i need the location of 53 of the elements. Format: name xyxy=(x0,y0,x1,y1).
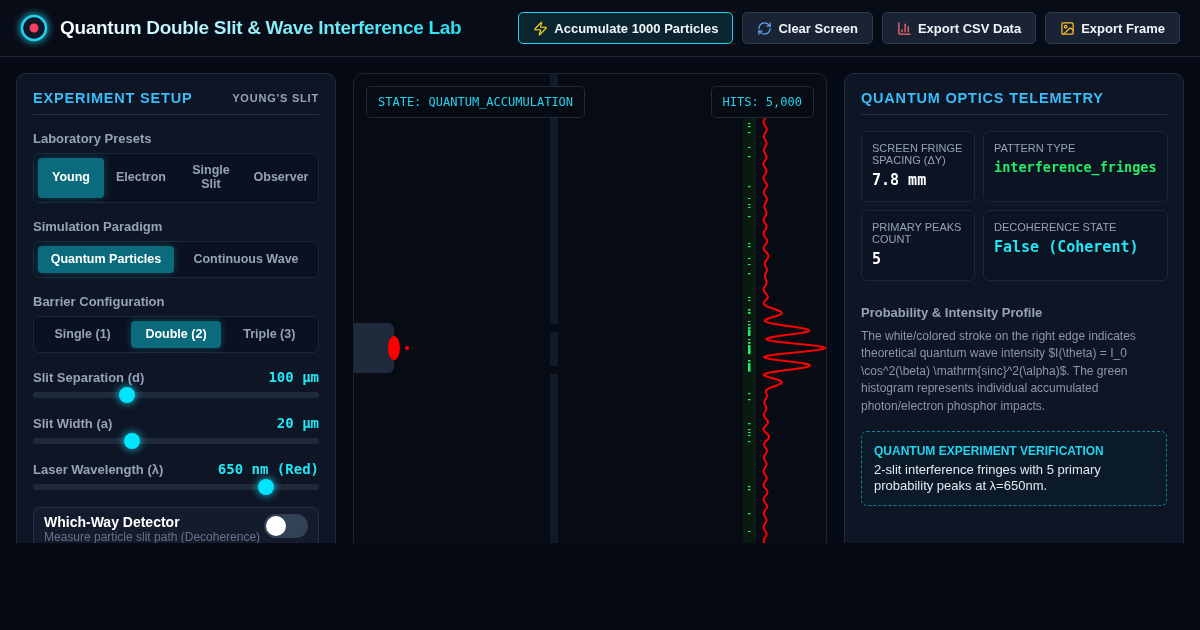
segment-option[interactable]: Single (1) xyxy=(38,321,128,348)
section-title: Probability & Intensity Profile xyxy=(861,305,1044,320)
slider-thumb[interactable] xyxy=(123,433,140,449)
hits-counter: HITS: 5,000 xyxy=(710,86,814,118)
slider-reading: 20 µm xyxy=(276,415,319,431)
toggle-switch[interactable] xyxy=(264,514,308,538)
detector-description: Measure particle slit path (Decoherence) xyxy=(44,530,261,543)
stat-value: 7.8 mm xyxy=(872,171,928,190)
segment-option[interactable]: Electron xyxy=(108,158,174,198)
stat-value: interference_fringes xyxy=(994,159,1157,176)
toolbar-button[interactable]: Accumulate 1000 Particles xyxy=(518,12,734,44)
segment-option[interactable]: Young xyxy=(38,158,104,198)
segment-option[interactable]: Single Slit xyxy=(178,158,244,198)
segment-option[interactable]: Triple (3) xyxy=(224,321,314,348)
toolbar-button[interactable]: Export Frame xyxy=(1045,12,1180,44)
slider-thumb[interactable] xyxy=(258,479,275,495)
panel-title: QUANTUM OPTICS TELEMETRY xyxy=(861,90,1104,106)
segment-option[interactable]: Continuous Wave xyxy=(178,246,314,273)
logo-icon xyxy=(20,14,48,42)
group-label: Laboratory Presets xyxy=(33,131,153,146)
slider-track[interactable] xyxy=(33,479,319,495)
stat-label: DECOHERENCE STATE xyxy=(994,221,1118,234)
stat-value: 5 xyxy=(872,250,883,269)
slider-track[interactable] xyxy=(33,433,319,449)
segment-option[interactable]: Double (2) xyxy=(131,321,221,348)
toolbar-button[interactable]: Export CSV Data xyxy=(881,12,1037,44)
stat-value: False (Coherent) xyxy=(994,238,1140,257)
slider-reading: 100 µm xyxy=(268,369,319,385)
segment-option[interactable]: Quantum Particles xyxy=(38,246,174,273)
toolbar-button[interactable]: Clear Screen xyxy=(742,12,873,44)
panel-title: EXPERIMENT SETUP xyxy=(33,90,193,106)
slider-label: Laser Wavelength (λ) xyxy=(33,461,164,477)
lightning-icon xyxy=(533,20,549,36)
bar-chart-icon xyxy=(896,20,912,36)
stat-label: PRIMARY PEAKS COUNT xyxy=(872,221,963,246)
refresh-icon xyxy=(757,20,773,36)
panel-subtitle: YOUNG'S SLIT xyxy=(232,92,319,104)
profile-description: The white/colored stroke on the right edge indicates theoretical quantum wave intensity $I(\theta) = I_0 \cos^2(\beta) \mathrm{sinc}^2(\alpha)$. The green histogram represents individual accumulated photon/electron phosphor impacts. xyxy=(861,328,1137,415)
detector-title: Which-Way Detector xyxy=(44,514,181,530)
group-label: Barrier Configuration xyxy=(33,294,166,309)
slider-reading: 650 nm (Red) xyxy=(217,461,319,477)
slider-label: Slit Separation (d) xyxy=(33,369,145,385)
verification-title: QUANTUM EXPERIMENT VERIFICATION xyxy=(874,443,1105,458)
verification-text: 2-slit interference fringes with 5 primary probability peaks at λ=650nm. xyxy=(874,461,1102,494)
group-label: Simulation Paradigm xyxy=(33,219,164,234)
stat-label: SCREEN FRINGE SPACING (ΔY) xyxy=(872,142,964,167)
slider-label: Slit Width (a) xyxy=(33,415,113,431)
stat-label: PATTERN TYPE xyxy=(994,142,1077,155)
slider-track[interactable] xyxy=(33,387,319,403)
state-label: STATE: QUANTUM_ACCUMULATION xyxy=(366,86,586,118)
segment-option[interactable]: Observer xyxy=(248,158,314,198)
image-icon xyxy=(1060,20,1076,36)
slider-thumb[interactable] xyxy=(119,387,136,403)
